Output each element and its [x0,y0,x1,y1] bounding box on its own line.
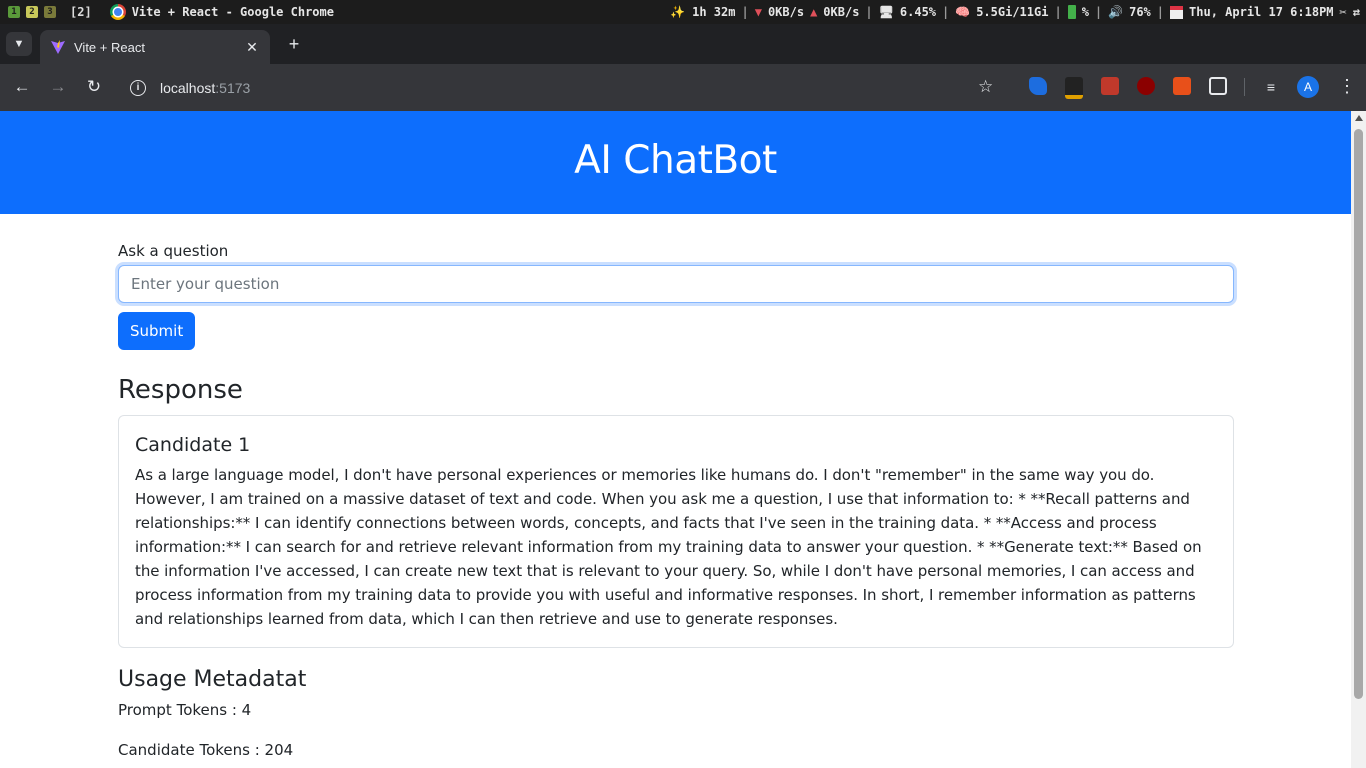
separator: | [1094,5,1103,19]
question-input[interactable]: Enter your question [118,265,1234,303]
net-down: 0KB/s [767,5,805,19]
candidate-title: Candidate 1 [135,434,251,456]
separator: | [1156,5,1165,19]
cpu-icon: 🖥 [878,5,894,19]
response-heading: Response [118,375,243,405]
prompt-tokens: Prompt Tokens : 4 [118,701,252,719]
window-group: [2] [70,5,92,19]
tab-strip: ▼ Vite + React ✕ + [0,24,1366,64]
url-port: :5173 [215,79,251,96]
address-bar[interactable]: i localhost:5173 [120,72,970,103]
workspace-3-button[interactable]: 3 [44,6,56,18]
extension-hat-icon[interactable] [1065,77,1083,99]
candidate-tokens: Candidate Tokens : 204 [118,741,294,759]
app-header: AI ChatBot [0,111,1351,214]
tab-title: Vite + React [74,39,145,55]
usage-heading: Usage Metadatat [118,667,307,692]
media-queue-icon[interactable]: ≡ [1260,76,1282,98]
reload-icon[interactable]: ↻ [83,76,105,98]
new-tab-button[interactable]: + [284,34,304,54]
volume-icon[interactable]: 🔊 [1108,5,1123,19]
calendar-icon [1170,5,1184,19]
memory-usage: 5.5Gi/11Gi [976,5,1049,19]
scissors-icon[interactable]: ✂ [1340,5,1347,19]
separator: | [942,5,950,19]
cpu-usage: 6.45% [899,5,937,19]
chrome-icon [109,4,126,20]
battery-level: % [1081,5,1089,19]
extensions-puzzle-icon[interactable] [1209,77,1227,95]
workspace-2-button[interactable]: 2 [26,6,38,18]
question-label: Ask a question [118,242,229,260]
browser-toolbar: ← → ↻ i localhost:5173 ☆ ≡ A ⋮ [0,64,1366,111]
scroll-up-arrow-icon[interactable] [1355,115,1363,121]
download-arrow-icon: ▼ [754,5,762,19]
vite-icon [51,40,65,54]
main-container: Ask a question Enter your question Submi… [118,237,1234,760]
upload-arrow-icon: ▲ [810,5,818,19]
uptime: ✨ 1h 32m [669,5,736,19]
question-placeholder: Enter your question [131,275,280,293]
site-info-icon[interactable]: i [130,79,146,96]
profile-avatar[interactable]: A [1297,76,1319,98]
volume-level: 76% [1129,5,1151,19]
extension-bing-icon[interactable] [1029,77,1047,95]
submit-button[interactable]: Submit [118,312,196,350]
chevron-down-icon: ▼ [13,38,25,50]
tab-search-button[interactable]: ▼ [6,32,32,56]
extension-puzzle-red-icon[interactable] [1101,77,1119,95]
menu-kebab-icon[interactable]: ⋮ [1338,76,1356,98]
separator: | [741,5,749,19]
scroll-thumb[interactable] [1354,129,1363,699]
close-icon[interactable]: ✕ [244,39,260,55]
datetime: Thu, April 17 6:18PM [1189,5,1334,19]
back-arrow-icon[interactable]: ← [11,76,33,98]
extension-ublock-icon[interactable] [1137,77,1155,95]
bookmark-star-icon[interactable]: ☆ [978,76,993,98]
os-status-bar: 1 2 3 [2] Vite + React - Google Chrome ✨… [0,0,1366,24]
candidate-card: Candidate 1 As a large language model, I… [118,415,1234,648]
swap-icon[interactable]: ⇄ [1353,5,1360,19]
battery-icon [1067,5,1076,19]
url-host: localhost [160,79,216,96]
forward-arrow-icon[interactable]: → [47,76,69,98]
workspace-1-button[interactable]: 1 [8,6,20,18]
page-scrollbar[interactable] [1351,111,1366,768]
separator: | [865,5,873,19]
extension-chart-icon[interactable] [1173,77,1191,95]
net-up: 0KB/s [823,5,860,19]
window-title: Vite + React - Google Chrome [131,5,334,19]
candidate-text: As a large language model, I don't have … [135,466,1202,628]
memory-icon: 🧠 [955,5,971,19]
page-viewport: AI ChatBot Ask a question Enter your que… [0,111,1351,768]
separator: | [1054,5,1062,19]
app-title: AI ChatBot [574,138,777,183]
tab-vite-react[interactable]: Vite + React ✕ [40,30,270,64]
system-tray: ✨ 1h 32m | ▼ 0KB/s ▲ 0KB/s | 🖥 6.45% | 🧠… [670,0,1360,24]
toolbar-divider [1244,78,1245,96]
